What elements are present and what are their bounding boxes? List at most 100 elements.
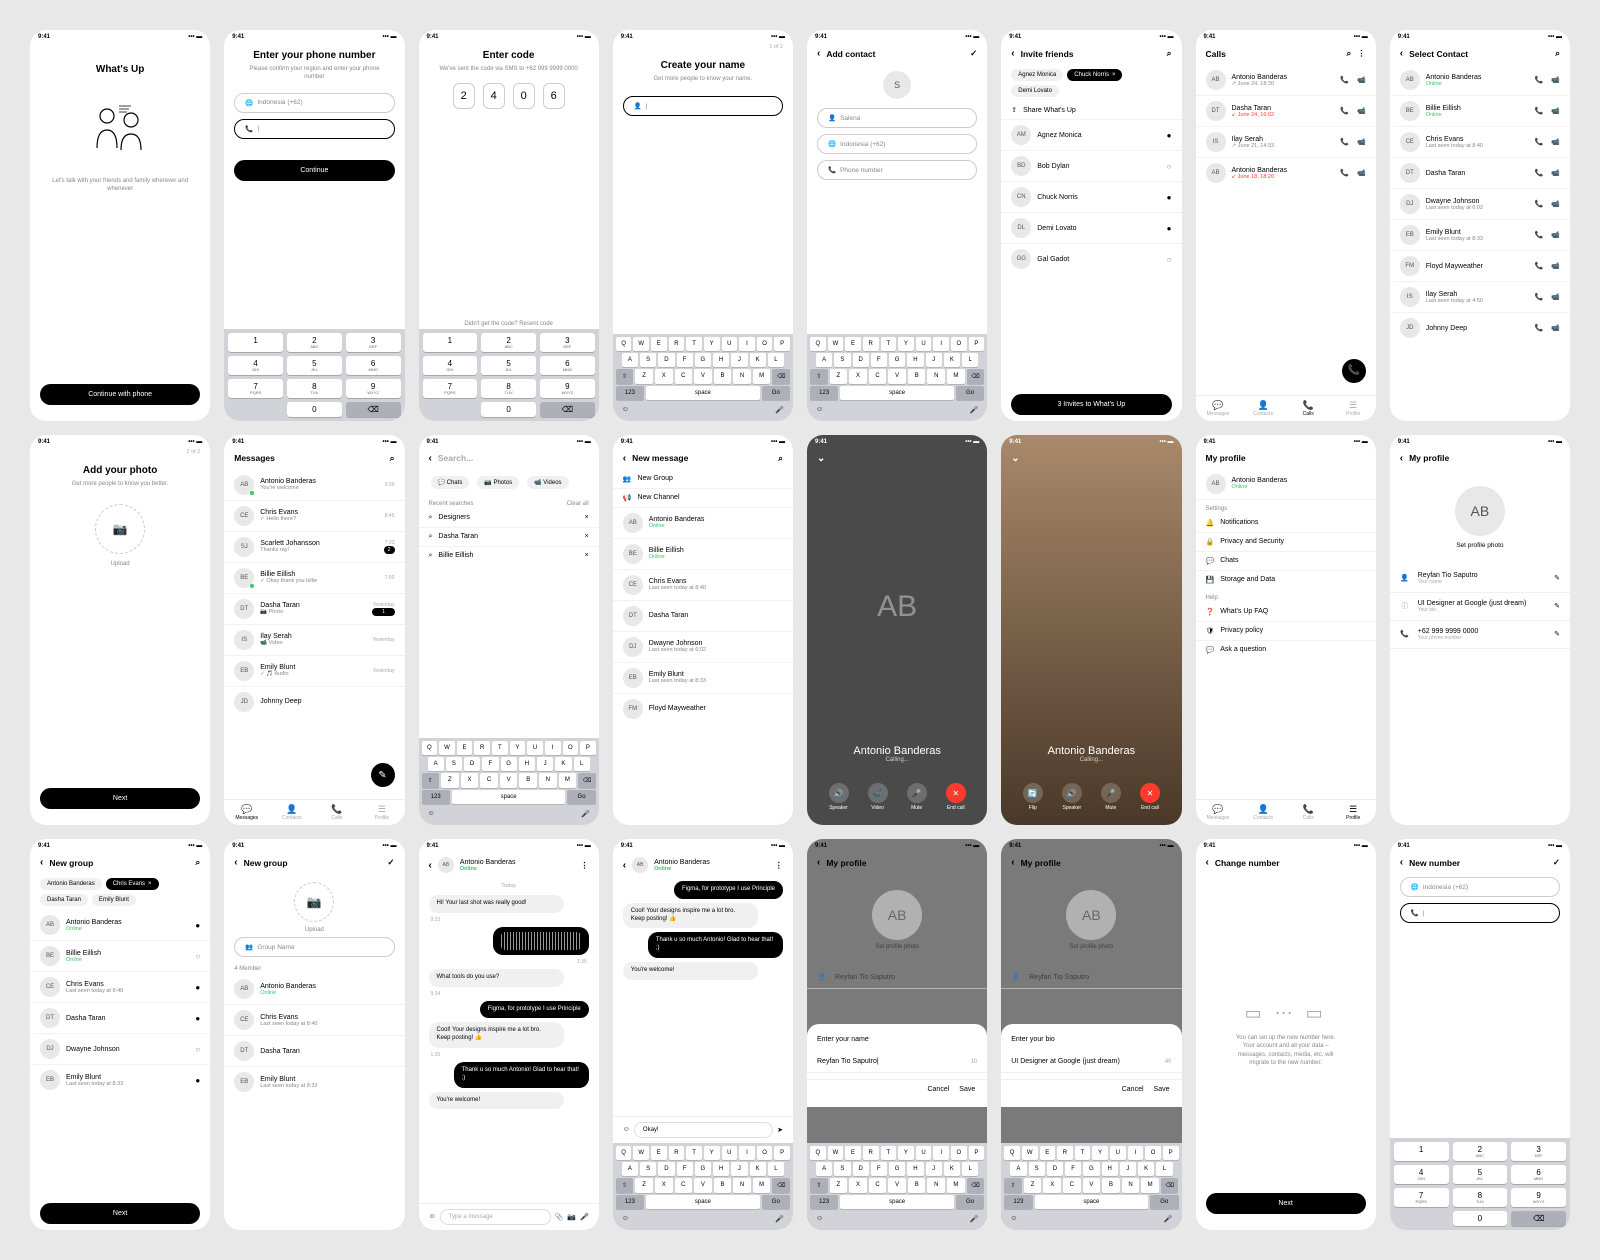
- edit-icon[interactable]: ✎: [1554, 602, 1560, 610]
- key-6[interactable]: 6MNO: [346, 356, 401, 375]
- search-icon[interactable]: ⌕: [1167, 48, 1172, 59]
- checkbox[interactable]: ●: [195, 1076, 200, 1085]
- contact-row[interactable]: BDBob Dylan○: [1001, 151, 1181, 182]
- more-icon[interactable]: ⋮: [580, 860, 589, 871]
- tab-bar[interactable]: 💬Messages👤Contacts📞Calls☰Profile: [224, 799, 404, 825]
- key-7[interactable]: 7PQRS: [228, 379, 283, 398]
- name-input[interactable]: 👤Salena: [817, 108, 977, 128]
- contact-row[interactable]: DTDasha Taran📞📹: [1390, 158, 1570, 189]
- go-key[interactable]: Go: [956, 386, 984, 400]
- search-input[interactable]: Search...: [438, 453, 473, 463]
- call-icon[interactable]: 📞: [1535, 231, 1544, 239]
- clear-all[interactable]: Clear all: [567, 501, 589, 507]
- key-8[interactable]: 8TUV: [1453, 1188, 1508, 1207]
- upload-photo[interactable]: 📷: [95, 504, 145, 554]
- speaker-button[interactable]: 🔊Speaker: [1062, 783, 1082, 811]
- key-7[interactable]: 7PQRS: [423, 379, 478, 398]
- space-key[interactable]: space: [452, 790, 566, 804]
- mic-icon[interactable]: 🎤: [580, 1213, 589, 1221]
- key-0[interactable]: 0: [1453, 1211, 1508, 1226]
- back-icon[interactable]: ‹: [1400, 857, 1403, 868]
- video-icon[interactable]: 📹: [1551, 138, 1560, 146]
- send-icon[interactable]: ➤: [777, 1126, 783, 1134]
- space-key[interactable]: space: [1035, 1195, 1149, 1209]
- settings-row[interactable]: 🔒Privacy and Security: [1196, 533, 1376, 552]
- search-icon[interactable]: ⌕: [1346, 48, 1351, 59]
- video-icon[interactable]: 📹: [1551, 293, 1560, 301]
- checkbox[interactable]: ●: [195, 983, 200, 992]
- contact-row[interactable]: DTDasha Taran↙ June 24, 16:02📞📹: [1196, 96, 1376, 127]
- contact-row[interactable]: CEChris Evans✓ Hello there?8:45: [224, 501, 404, 532]
- video-icon[interactable]: 📹: [1357, 76, 1366, 84]
- collapse-icon[interactable]: ⌄: [1011, 453, 1019, 464]
- recent-search-item[interactable]: ⌕Designers×: [419, 509, 599, 528]
- key-6[interactable]: 6MNO: [1511, 1165, 1566, 1184]
- compose-fab[interactable]: ✎: [371, 763, 395, 787]
- key-2[interactable]: 2ABC: [287, 333, 342, 352]
- back-icon[interactable]: ‹: [1206, 857, 1209, 868]
- video-icon[interactable]: 📹: [1357, 169, 1366, 177]
- tab-contacts[interactable]: 👤Contacts: [1241, 400, 1286, 417]
- back-icon[interactable]: ‹: [429, 860, 432, 871]
- call-icon[interactable]: 📞: [1340, 138, 1349, 146]
- contact-row[interactable]: DJDwayne JohnsonLast seen today at 6:02: [613, 632, 793, 663]
- contact-row[interactable]: DTDasha Taran: [613, 601, 793, 632]
- continue-phone-button[interactable]: Continue with phone: [40, 384, 200, 405]
- contact-row[interactable]: EBEmily BluntLast seen today at 8:33: [613, 663, 793, 694]
- tab-bar[interactable]: 💬Messages👤Contacts📞Calls☰Profile: [1196, 799, 1376, 825]
- contact-row[interactable]: EBEmily BluntLast seen today at 8:33📞📹: [1390, 220, 1570, 251]
- key-3[interactable]: 3DEF: [346, 333, 401, 352]
- new-call-fab[interactable]: 📞: [1342, 359, 1366, 383]
- key-6[interactable]: 6MNO: [540, 356, 595, 375]
- shift-key[interactable]: ⇧: [422, 773, 440, 788]
- recent-search-item[interactable]: ⌕Billie Eillish×: [419, 547, 599, 565]
- help-row[interactable]: ❓What's Up FAQ: [1196, 603, 1376, 622]
- contact-row[interactable]: CEChris EvansLast seen today at 8:40: [224, 1005, 404, 1036]
- contact-row[interactable]: BEBillie EillishOnline📞📹: [1390, 96, 1570, 127]
- tab-profile[interactable]: ☰Profile: [1331, 804, 1376, 821]
- share-row[interactable]: ⇪Share What's Up: [1001, 101, 1181, 120]
- contact-row[interactable]: BEBillie Eillish✓ Okay thank you billie7…: [224, 563, 404, 594]
- profile-field[interactable]: 👤Reyfan Tio SaputroYour name✎: [1390, 565, 1570, 593]
- phone-input[interactable]: 📞|: [1400, 903, 1560, 923]
- contact-row[interactable]: JDJohnny Deep📞📹: [1390, 313, 1570, 343]
- shift-key[interactable]: ⇧: [616, 1178, 634, 1193]
- checkbox[interactable]: ●: [1167, 131, 1172, 140]
- back-icon[interactable]: ‹: [40, 857, 43, 868]
- checkbox[interactable]: ○: [1167, 255, 1172, 264]
- check-icon[interactable]: ✓: [970, 48, 977, 59]
- edit-icon[interactable]: ✎: [1554, 574, 1560, 582]
- contact-row[interactable]: ABAntonio Banderas↗ June 24, 18:30📞📹: [1196, 65, 1376, 96]
- shift-key[interactable]: ⇧: [810, 1178, 828, 1193]
- cancel-button[interactable]: Cancel: [927, 1086, 949, 1093]
- save-button[interactable]: Save: [959, 1086, 975, 1093]
- collapse-icon[interactable]: ⌄: [817, 453, 825, 464]
- video-icon[interactable]: 📹: [1357, 107, 1366, 115]
- attach-icon[interactable]: 📎: [555, 1213, 564, 1221]
- key-2[interactable]: 2ABC: [481, 333, 536, 352]
- tab-calls[interactable]: 📞Calls: [1286, 804, 1331, 821]
- help-row[interactable]: 💬Ask a question: [1196, 641, 1376, 659]
- emoji-icon[interactable]: ☺: [623, 1126, 630, 1133]
- contact-row[interactable]: SJScarlett JohanssonThanks ray!7:032: [224, 532, 404, 563]
- video-icon[interactable]: 📹: [1551, 107, 1560, 115]
- contact-row[interactable]: CEChris EvansLast seen today at 8:40●: [30, 972, 210, 1003]
- resend-link[interactable]: Didn't get the code? Resent code: [419, 320, 599, 328]
- contact-row[interactable]: DTDasha Taran: [224, 1036, 404, 1067]
- contact-row[interactable]: ISIlay Serah↗ June 21, 14:33📞📹: [1196, 127, 1376, 158]
- key-9[interactable]: 9WXYZ: [540, 379, 595, 398]
- back-icon[interactable]: ‹: [1400, 453, 1403, 464]
- contact-row[interactable]: CEChris EvansLast seen today at 8:40📞📹: [1390, 127, 1570, 158]
- search-icon[interactable]: ⌕: [1555, 48, 1560, 59]
- tab-calls[interactable]: 📞Calls: [314, 804, 359, 821]
- tab-messages[interactable]: 💬Messages: [224, 804, 269, 821]
- video-icon[interactable]: 📹: [1551, 262, 1560, 270]
- backspace-key[interactable]: ⌫: [346, 402, 401, 417]
- contact-row[interactable]: BEBillie EillishOnline: [613, 539, 793, 570]
- back-icon[interactable]: ‹: [1400, 48, 1403, 59]
- video-icon[interactable]: 📹: [1357, 138, 1366, 146]
- contact-row[interactable]: ABAntonio BanderasYou're welcome9:39: [224, 470, 404, 501]
- new-group-option[interactable]: 👥New Group: [613, 470, 793, 489]
- settings-row[interactable]: 🔔Notifications: [1196, 514, 1376, 533]
- invite-button[interactable]: 3 Invites to What's Up: [1011, 394, 1171, 415]
